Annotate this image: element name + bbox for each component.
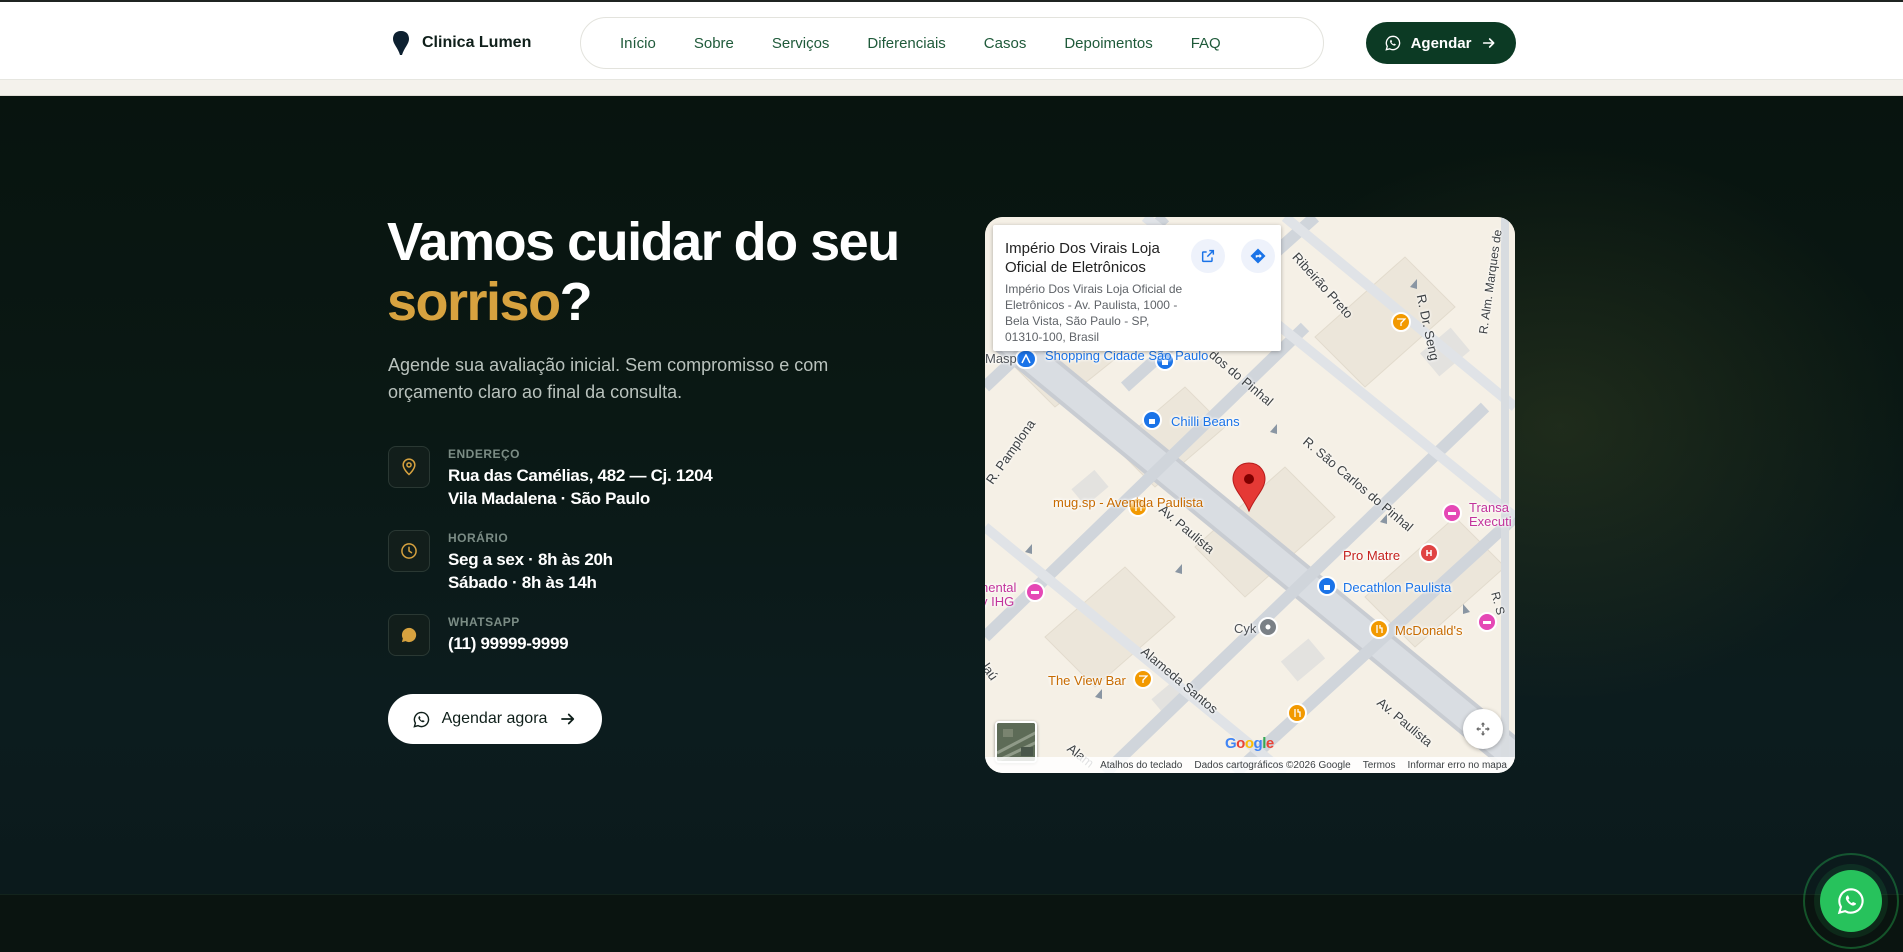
whatsapp-block: WHATSAPP (11) 99999-9999 bbox=[388, 614, 569, 656]
place-title: Império Dos Virais Loja Oficial de Eletr… bbox=[1005, 240, 1160, 276]
terms-link[interactable]: Termos bbox=[1363, 760, 1396, 771]
place-card[interactable]: Império Dos Virais Loja Oficial de Eletr… bbox=[993, 225, 1281, 351]
agendar-agora-label: Agendar agora bbox=[441, 710, 548, 727]
map-footer: Atalhos do teclado Dados cartográficos ©… bbox=[985, 757, 1515, 773]
section-title: Vamos cuidar do seu sorriso? bbox=[387, 212, 947, 332]
hours-icon-box bbox=[388, 530, 430, 572]
hotel-icon[interactable] bbox=[1025, 582, 1045, 602]
poi-decathlon[interactable]: Decathlon Paulista bbox=[1343, 580, 1451, 595]
title-accent: sorriso bbox=[387, 272, 561, 332]
whatsapp-icon bbox=[1384, 35, 1400, 51]
nav-item-casos[interactable]: Casos bbox=[965, 35, 1046, 52]
arrow-right-icon bbox=[561, 713, 575, 725]
open-in-maps-button[interactable] bbox=[1191, 239, 1225, 273]
agendar-header-label: Agendar bbox=[1410, 34, 1472, 52]
fullscreen-button[interactable] bbox=[1463, 709, 1503, 749]
address-line-1: Rua das Camélias, 482 — Cj. 1204 bbox=[448, 466, 713, 485]
report-error-link[interactable]: Informar erro no mapa bbox=[1408, 760, 1508, 771]
keyboard-shortcuts-link[interactable]: Atalhos do teclado bbox=[1100, 760, 1182, 771]
poi-pro-matre[interactable]: Pro Matre bbox=[1343, 548, 1400, 563]
directions-icon bbox=[1250, 248, 1266, 264]
nav-item-sobre[interactable]: Sobre bbox=[675, 35, 753, 52]
poi-chilli-beans[interactable]: Chilli Beans bbox=[1171, 414, 1240, 429]
directions-button[interactable] bbox=[1241, 239, 1275, 273]
fullscreen-icon bbox=[1476, 722, 1490, 736]
hours-block: HORÁRIO Seg a sex · 8h às 20h Sábado · 8… bbox=[388, 530, 613, 594]
poi-masp[interactable]: Masp bbox=[985, 351, 1017, 366]
poi-cyk[interactable]: Cyk bbox=[1234, 621, 1256, 636]
agendar-agora-button[interactable]: Agendar agora bbox=[388, 694, 602, 744]
map-embed[interactable]: Shopping Cidade São Paulo Masp Chilli Be… bbox=[985, 217, 1515, 773]
location-pin-icon bbox=[402, 458, 416, 476]
address-icon-box bbox=[388, 446, 430, 488]
place-icon[interactable] bbox=[1258, 617, 1278, 637]
header-strip bbox=[0, 80, 1903, 96]
whatsapp-label: WHATSAPP bbox=[448, 615, 520, 629]
next-section bbox=[0, 894, 1903, 952]
title-end: ? bbox=[559, 272, 593, 332]
section-subtitle: Agende sua avaliação inicial. Sem compro… bbox=[388, 355, 829, 402]
poi-transa[interactable]: Transa Executi bbox=[1469, 501, 1515, 529]
address-label: ENDEREÇO bbox=[448, 447, 521, 461]
hours-label: HORÁRIO bbox=[448, 531, 509, 545]
hotel-icon[interactable] bbox=[1442, 503, 1462, 523]
main-nav: Início Sobre Serviços Diferenciais Casos… bbox=[580, 17, 1324, 69]
poi-mug[interactable]: mug.sp - Avenida Paulista bbox=[1053, 495, 1203, 510]
hours-line-2: Sábado · 8h às 14h bbox=[448, 573, 597, 592]
chat-bubble-icon bbox=[401, 627, 417, 643]
brand-name: Clinica Lumen bbox=[422, 34, 532, 51]
nav-item-faq[interactable]: FAQ bbox=[1172, 35, 1240, 52]
shopping-bag-icon[interactable] bbox=[1317, 576, 1337, 596]
agendar-header-button[interactable]: Agendar bbox=[1366, 22, 1516, 64]
whatsapp-number[interactable]: (11) 99999-9999 bbox=[448, 632, 569, 655]
poi-view-bar[interactable]: The View Bar bbox=[1048, 673, 1126, 688]
metro-icon[interactable] bbox=[1015, 349, 1037, 369]
restaurant-icon[interactable] bbox=[1369, 619, 1389, 639]
address-line-2: Vila Madalena · São Paulo bbox=[448, 489, 650, 508]
hours-line-1: Seg a sex · 8h às 20h bbox=[448, 550, 613, 569]
poi-mental[interactable]: nental y IHG bbox=[985, 581, 1021, 609]
sunglasses-icon[interactable] bbox=[1142, 410, 1162, 430]
bar-icon[interactable] bbox=[1391, 312, 1411, 332]
contact-section bbox=[0, 96, 1903, 894]
tooth-pin-icon bbox=[393, 31, 409, 55]
google-logo: Google bbox=[1225, 735, 1274, 752]
hospital-icon[interactable] bbox=[1419, 543, 1439, 563]
external-link-icon bbox=[1201, 249, 1215, 263]
whatsapp-icon bbox=[412, 711, 429, 728]
map-data-credit: Dados cartográficos ©2026 Google bbox=[1194, 759, 1351, 771]
whatsapp-float-button[interactable] bbox=[1820, 870, 1882, 932]
whatsapp-float bbox=[1803, 853, 1899, 949]
address-block: ENDEREÇO Rua das Camélias, 482 — Cj. 120… bbox=[388, 446, 713, 510]
whatsapp-icon-box bbox=[388, 614, 430, 656]
nav-item-diferenciais[interactable]: Diferenciais bbox=[848, 35, 964, 52]
title-text: Vamos cuidar do seu bbox=[387, 212, 900, 272]
nav-item-inicio[interactable]: Início bbox=[601, 35, 675, 52]
nav-item-depoimentos[interactable]: Depoimentos bbox=[1045, 35, 1171, 52]
place-address: Império Dos Virais Loja Oficial de Eletr… bbox=[1005, 282, 1183, 344]
poi-mcdonalds[interactable]: McDonald's bbox=[1395, 623, 1463, 638]
brand-logo[interactable]: Clinica Lumen bbox=[392, 30, 531, 56]
arrow-right-icon bbox=[1483, 38, 1495, 48]
nav-item-servicos[interactable]: Serviços bbox=[753, 35, 849, 52]
bar-icon[interactable] bbox=[1133, 669, 1153, 689]
whatsapp-icon bbox=[1837, 888, 1864, 915]
site-header: Clinica Lumen Início Sobre Serviços Dife… bbox=[0, 2, 1903, 80]
poi-shopping[interactable]: Shopping Cidade São Paulo bbox=[1045, 349, 1208, 363]
restaurant-icon[interactable] bbox=[1287, 703, 1307, 723]
clock-icon bbox=[401, 543, 417, 559]
